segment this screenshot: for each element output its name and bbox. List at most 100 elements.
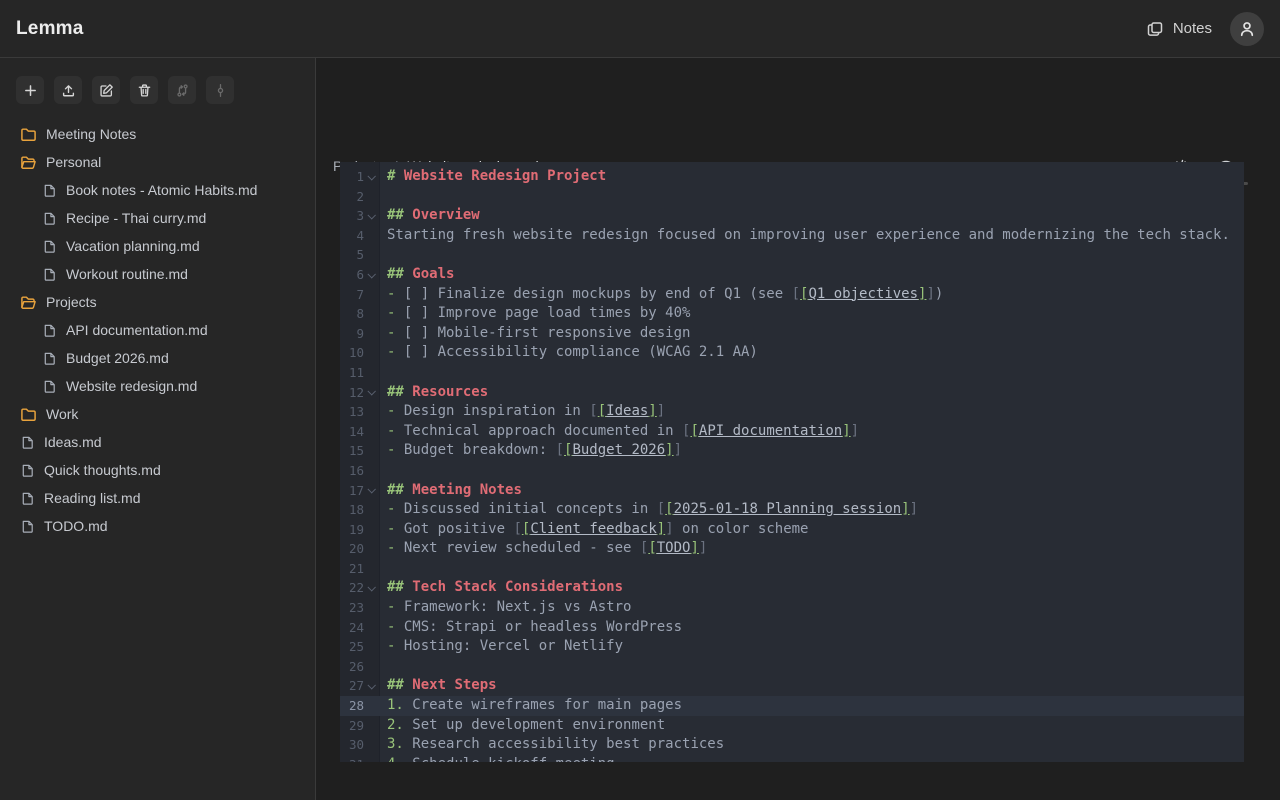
editor-line-15[interactable]: 15- Budget breakdown: [[Budget 2026]]	[340, 441, 1244, 461]
editor-line-21[interactable]: 21	[340, 559, 1244, 579]
line-number: 23	[340, 598, 364, 618]
editor-line-14[interactable]: 14- Technical approach documented in [[A…	[340, 422, 1244, 442]
line-gutter: 10	[340, 343, 380, 363]
fold-chevron-icon[interactable]	[367, 172, 375, 180]
file-item-todo-md[interactable]: TODO.md	[0, 512, 315, 540]
editor-line-28[interactable]: 281. Create wireframes for main pages	[340, 696, 1244, 716]
wiki-link[interactable]: API documentation	[699, 423, 842, 439]
new-note-button[interactable]	[16, 76, 44, 104]
file-icon	[42, 323, 57, 338]
editor-line-7[interactable]: 7 - [ ] Finalize design mockups by end of…	[340, 285, 1244, 305]
wiki-link[interactable]: Q1 objectives	[808, 286, 918, 302]
line-gutter: 16	[340, 461, 380, 481]
avatar[interactable]	[1230, 12, 1264, 46]
tree-item-label: Budget 2026.md	[66, 350, 169, 366]
file-item-vacation-planning-md[interactable]: Vacation planning.md	[0, 232, 315, 260]
line-number: 19	[340, 520, 364, 540]
fold-chevron-icon[interactable]	[367, 387, 375, 395]
line-number: 21	[340, 559, 364, 579]
fold-chevron-icon[interactable]	[367, 270, 375, 278]
line-number: 13	[340, 402, 364, 422]
fold-chevron-icon[interactable]	[367, 485, 375, 493]
file-item-website-redesign-md[interactable]: Website redesign.md	[0, 372, 315, 400]
editor-line-6[interactable]: 6## Goals	[340, 265, 1244, 285]
editor-line-17[interactable]: 17## Meeting Notes	[340, 481, 1244, 501]
folder-item-projects[interactable]: Projects	[0, 288, 315, 316]
wiki-link[interactable]: Client feedback	[530, 521, 656, 537]
tree-item-label: Book notes - Atomic Habits.md	[66, 182, 257, 198]
editor-line-12[interactable]: 12## Resources	[340, 383, 1244, 403]
folder-item-meeting-notes[interactable]: Meeting Notes	[0, 120, 315, 148]
wiki-link[interactable]: TODO	[657, 540, 691, 556]
line-gutter: 3	[340, 206, 380, 226]
code-content: - [ ] Finalize design mockups by end of …	[380, 285, 943, 305]
file-item-book-notes-atomic-habits-md[interactable]: Book notes - Atomic Habits.md	[0, 176, 315, 204]
line-gutter: 1	[340, 167, 380, 187]
line-number: 7	[340, 285, 364, 305]
editor-line-5[interactable]: 5	[340, 245, 1244, 265]
editor-line-11[interactable]: 11	[340, 363, 1244, 383]
fold-chevron-icon[interactable]	[367, 583, 375, 591]
editor-line-9[interactable]: 9- [ ] Mobile-first responsive design	[340, 324, 1244, 344]
file-item-budget-2026-md[interactable]: Budget 2026.md	[0, 344, 315, 372]
editor-line-16[interactable]: 16	[340, 461, 1244, 481]
editor-line-2[interactable]: 2	[340, 187, 1244, 207]
markdown-editor[interactable]: 1 # Website Redesign Project23## Overview…	[340, 162, 1244, 762]
app-title: Lemma	[16, 18, 84, 40]
wiki-link[interactable]: Ideas	[606, 403, 648, 419]
editor-line-27[interactable]: 27## Next Steps	[340, 676, 1244, 696]
code-content: # Website Redesign Project	[380, 167, 606, 187]
upload-button[interactable]	[54, 76, 82, 104]
editor-line-25[interactable]: 25- Hosting: Vercel or Netlify	[340, 637, 1244, 657]
wiki-link[interactable]: Budget 2026	[572, 442, 665, 458]
editor-line-19[interactable]: 19- Got positive [[Client feedback]] on …	[340, 520, 1244, 540]
editor-line-31[interactable]: 314. Schedule kickoff meeting	[340, 755, 1244, 762]
line-number: 30	[340, 735, 364, 755]
folder-item-work[interactable]: Work	[0, 400, 315, 428]
edit-button[interactable]	[92, 76, 120, 104]
editor-line-26[interactable]: 26	[340, 657, 1244, 677]
file-icon	[42, 239, 57, 254]
file-item-recipe-thai-curry-md[interactable]: Recipe - Thai curry.md	[0, 204, 315, 232]
git-compare-button	[168, 76, 196, 104]
editor-line-3[interactable]: 3## Overview	[340, 206, 1244, 226]
line-gutter: 7	[340, 285, 380, 305]
delete-button[interactable]	[130, 76, 158, 104]
line-gutter: 19	[340, 520, 380, 540]
editor-line-4[interactable]: 4Starting fresh website redesign focused…	[340, 226, 1244, 246]
line-number: 14	[340, 422, 364, 442]
editor-line-22[interactable]: 22## Tech Stack Considerations	[340, 578, 1244, 598]
file-item-workout-routine-md[interactable]: Workout routine.md	[0, 260, 315, 288]
editor-line-8[interactable]: 8- [ ] Improve page load times by 40%	[340, 304, 1244, 324]
code-content: ## Next Steps	[380, 676, 497, 696]
file-item-ideas-md[interactable]: Ideas.md	[0, 428, 315, 456]
line-gutter: 13	[340, 402, 380, 422]
editor-line-18[interactable]: 18- Discussed initial concepts in [[2025…	[340, 500, 1244, 520]
editor-line-24[interactable]: 24- CMS: Strapi or headless WordPress	[340, 618, 1244, 638]
line-gutter: 22	[340, 578, 380, 598]
file-icon	[20, 463, 35, 478]
line-number: 1	[340, 167, 364, 187]
code-content	[380, 187, 387, 207]
editor-line-10[interactable]: 10- [ ] Accessibility compliance (WCAG 2…	[340, 343, 1244, 363]
file-item-api-documentation-md[interactable]: API documentation.md	[0, 316, 315, 344]
editor-line-30[interactable]: 303. Research accessibility best practic…	[340, 735, 1244, 755]
tree-item-label: Website redesign.md	[66, 378, 197, 394]
folder-item-personal[interactable]: Personal	[0, 148, 315, 176]
editor-line-29[interactable]: 292. Set up development environment	[340, 716, 1244, 736]
fold-chevron-icon[interactable]	[367, 211, 375, 219]
folder-open-icon	[20, 294, 37, 311]
editor-line-1[interactable]: 1 # Website Redesign Project	[340, 167, 1244, 187]
file-item-quick-thoughts-md[interactable]: Quick thoughts.md	[0, 456, 315, 484]
file-item-reading-list-md[interactable]: Reading list.md	[0, 484, 315, 512]
line-gutter: 6	[340, 265, 380, 285]
sidebar-toolbar	[0, 58, 315, 104]
line-number: 29	[340, 716, 364, 736]
editor-line-20[interactable]: 20- Next review scheduled - see [[TODO]]	[340, 539, 1244, 559]
editor-line-23[interactable]: 23- Framework: Next.js vs Astro	[340, 598, 1244, 618]
fold-chevron-icon[interactable]	[367, 681, 375, 689]
code-content: - Budget breakdown: [[Budget 2026]]	[380, 441, 682, 461]
notes-button[interactable]: Notes	[1146, 20, 1212, 38]
wiki-link[interactable]: 2025-01-18 Planning session	[674, 501, 902, 517]
editor-line-13[interactable]: 13- Design inspiration in [[Ideas]]	[340, 402, 1244, 422]
